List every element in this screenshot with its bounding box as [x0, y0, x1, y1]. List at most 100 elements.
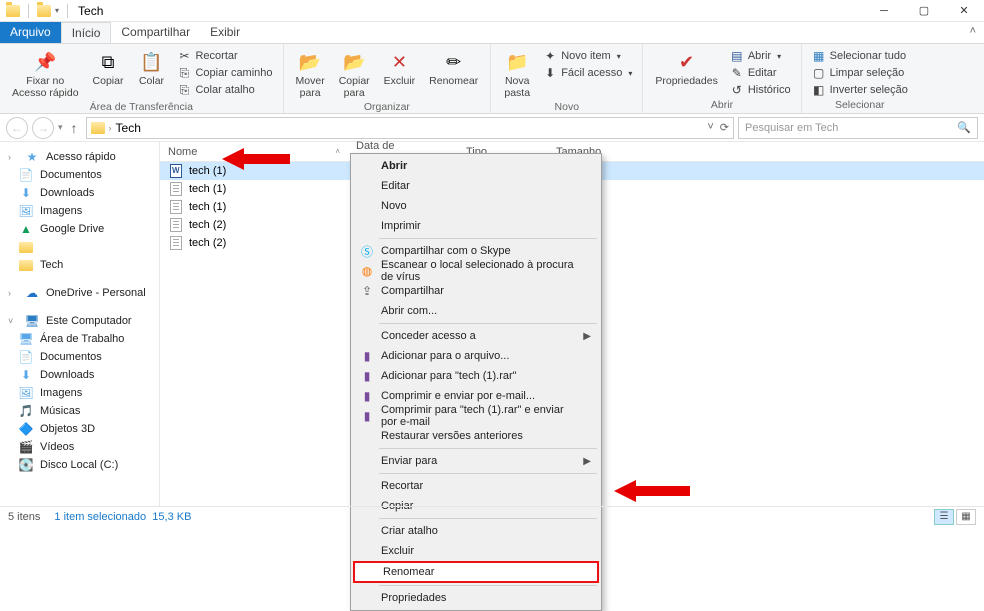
nav-quick-access[interactable]: ›★Acesso rápido — [0, 148, 159, 166]
easy-access-button[interactable]: ⬇Fácil acesso▾ — [541, 65, 634, 81]
tab-view[interactable]: Exibir — [200, 22, 250, 43]
context-menu-item[interactable]: Enviar para▶ — [353, 451, 599, 471]
context-menu-item[interactable]: Abrir — [353, 156, 599, 176]
context-menu-item[interactable]: ⇪Compartilhar — [353, 281, 599, 301]
nav-item[interactable]: ▲Google Drive — [0, 220, 159, 238]
select-none-button[interactable]: ▢Limpar seleção — [810, 65, 910, 81]
pin-icon: 📌 — [33, 50, 57, 74]
nav-item[interactable] — [0, 238, 159, 256]
paste-shortcut-button[interactable]: ⎘Colar atalho — [175, 82, 274, 98]
file-icon — [168, 163, 184, 179]
ribbon-group-clipboard: 📌Fixar no Acesso rápido ⧉Copiar 📋Colar ✂… — [0, 44, 284, 113]
nav-item[interactable]: 🖼Imagens — [0, 384, 159, 402]
move-to-button[interactable]: 📂Mover para — [292, 48, 329, 101]
context-menu-item[interactable]: ▮Adicionar para "tech (1).rar" — [353, 366, 599, 386]
new-folder-button[interactable]: 📁Nova pasta — [499, 48, 535, 101]
context-menu-item[interactable]: Editar — [353, 176, 599, 196]
copyto-icon: 📂 — [342, 50, 366, 74]
rename-button[interactable]: ✏Renomear — [425, 48, 482, 90]
context-menu-item[interactable]: Abrir com... — [353, 301, 599, 321]
back-button[interactable]: ← — [6, 117, 28, 139]
recent-locations-button[interactable]: ▾ — [58, 122, 63, 133]
ribbon-group-new: 📁Nova pasta ✦Novo item▾ ⬇Fácil acesso▾ N… — [491, 44, 643, 113]
scissors-icon: ✂ — [177, 49, 191, 63]
maximize-button[interactable]: ▢ — [904, 0, 944, 22]
nav-item[interactable]: Tech — [0, 256, 159, 274]
nav-onedrive[interactable]: ›☁OneDrive - Personal — [0, 284, 159, 302]
column-name[interactable]: Nome˄ — [160, 146, 348, 158]
cut-button[interactable]: ✂Recortar — [175, 48, 274, 64]
view-icons-button[interactable]: ▦ — [956, 509, 976, 525]
chevron-down-icon[interactable]: ▾ — [55, 6, 59, 15]
context-menu-item[interactable]: ▮Comprimir para "tech (1).rar" e enviar … — [353, 406, 599, 426]
nav-item[interactable]: 📄Documentos — [0, 348, 159, 366]
pc-icon: 🖥 — [24, 314, 40, 328]
pin-quickaccess-button[interactable]: 📌Fixar no Acesso rápido — [8, 48, 83, 101]
context-menu-item[interactable]: ◍Escanear o local selecionado à procura … — [353, 261, 599, 281]
context-menu-item[interactable]: Conceder acesso a▶ — [353, 326, 599, 346]
context-menu-item[interactable]: ⓈCompartilhar com o Skype — [353, 241, 599, 261]
minimize-button[interactable]: ─ — [864, 0, 904, 22]
context-menu-item[interactable]: Propriedades — [353, 588, 599, 608]
dropdown-icon[interactable]: ˅ — [707, 121, 713, 134]
nav-item[interactable]: 🖼Imagens — [0, 202, 159, 220]
copy-path-button[interactable]: ⎘Copiar caminho — [175, 65, 274, 81]
context-menu-item[interactable]: Excluir — [353, 541, 599, 561]
properties-button[interactable]: ✔Propriedades — [651, 48, 721, 90]
open-icon: ▤ — [730, 49, 744, 63]
invertselect-icon: ◧ — [812, 83, 826, 97]
refresh-icon[interactable]: ⟳ — [720, 121, 729, 134]
context-menu-item[interactable]: Renomear — [353, 561, 599, 583]
forward-button[interactable]: → — [32, 117, 54, 139]
nav-this-pc[interactable]: ˅🖥Este Computador — [0, 312, 159, 330]
nav-item[interactable]: 🖥Área de Trabalho — [0, 330, 159, 348]
nav-item[interactable]: ⬇Downloads — [0, 184, 159, 202]
search-placeholder: Pesquisar em Tech — [745, 122, 838, 134]
address-bar[interactable]: › Tech ˅⟳ — [86, 117, 734, 139]
tab-home[interactable]: Início — [61, 22, 112, 43]
history-button[interactable]: ↺Histórico — [728, 82, 793, 98]
copy-icon: ⧉ — [96, 50, 120, 74]
up-button[interactable]: ↑ — [67, 120, 82, 136]
context-menu-item[interactable]: Recortar — [353, 476, 599, 496]
view-details-button[interactable]: ☰ — [934, 509, 954, 525]
file-name: tech (2) — [189, 237, 226, 249]
moveto-icon: 📂 — [298, 50, 322, 74]
search-box[interactable]: Pesquisar em Tech 🔍 — [738, 117, 978, 139]
edit-icon: ✎ — [730, 66, 744, 80]
path-icon: ⎘ — [177, 66, 191, 80]
breadcrumb[interactable]: Tech — [116, 121, 141, 135]
nav-item[interactable]: 🎵Músicas — [0, 402, 159, 420]
close-button[interactable]: ✕ — [944, 0, 984, 22]
edit-button[interactable]: ✎Editar — [728, 65, 793, 81]
context-menu-item[interactable]: ▮Adicionar para o arquivo... — [353, 346, 599, 366]
folder-icon — [6, 5, 20, 17]
paste-button[interactable]: 📋Colar — [133, 48, 169, 90]
ribbon-tabs: Arquivo Início Compartilhar Exibir ˄ — [0, 22, 984, 44]
context-menu-item[interactable]: Restaurar versões anteriores — [353, 426, 599, 446]
nav-item[interactable]: ⬇Downloads — [0, 366, 159, 384]
selectnone-icon: ▢ — [812, 66, 826, 80]
open-button[interactable]: ▤Abrir▾ — [728, 48, 793, 64]
context-menu-item[interactable]: Imprimir — [353, 216, 599, 236]
nav-item[interactable]: 🎬Vídeos — [0, 438, 159, 456]
copy-to-button[interactable]: 📂Copiar para — [335, 48, 374, 101]
status-size: 15,3 KB — [152, 511, 191, 523]
cloud-icon: ☁ — [24, 286, 40, 300]
folder-icon — [37, 5, 51, 17]
nav-item[interactable]: 💽Disco Local (C:) — [0, 456, 159, 474]
nav-item[interactable]: 📄Documentos — [0, 166, 159, 184]
copy-button[interactable]: ⧉Copiar — [89, 48, 128, 90]
file-icon — [168, 217, 184, 233]
select-all-button[interactable]: ▦Selecionar tudo — [810, 48, 910, 64]
paste-icon: 📋 — [139, 50, 163, 74]
tab-file[interactable]: Arquivo — [0, 22, 61, 43]
delete-button[interactable]: ✕Excluir — [380, 48, 420, 90]
context-menu-item[interactable]: Novo — [353, 196, 599, 216]
tab-share[interactable]: Compartilhar — [111, 22, 200, 43]
invert-selection-button[interactable]: ◧Inverter seleção — [810, 82, 910, 98]
context-menu-item[interactable]: ▮Comprimir e enviar por e-mail... — [353, 386, 599, 406]
new-item-button[interactable]: ✦Novo item▾ — [541, 48, 634, 64]
ribbon-expand-button[interactable]: ˄ — [962, 22, 984, 43]
nav-item[interactable]: 🔷Objetos 3D — [0, 420, 159, 438]
